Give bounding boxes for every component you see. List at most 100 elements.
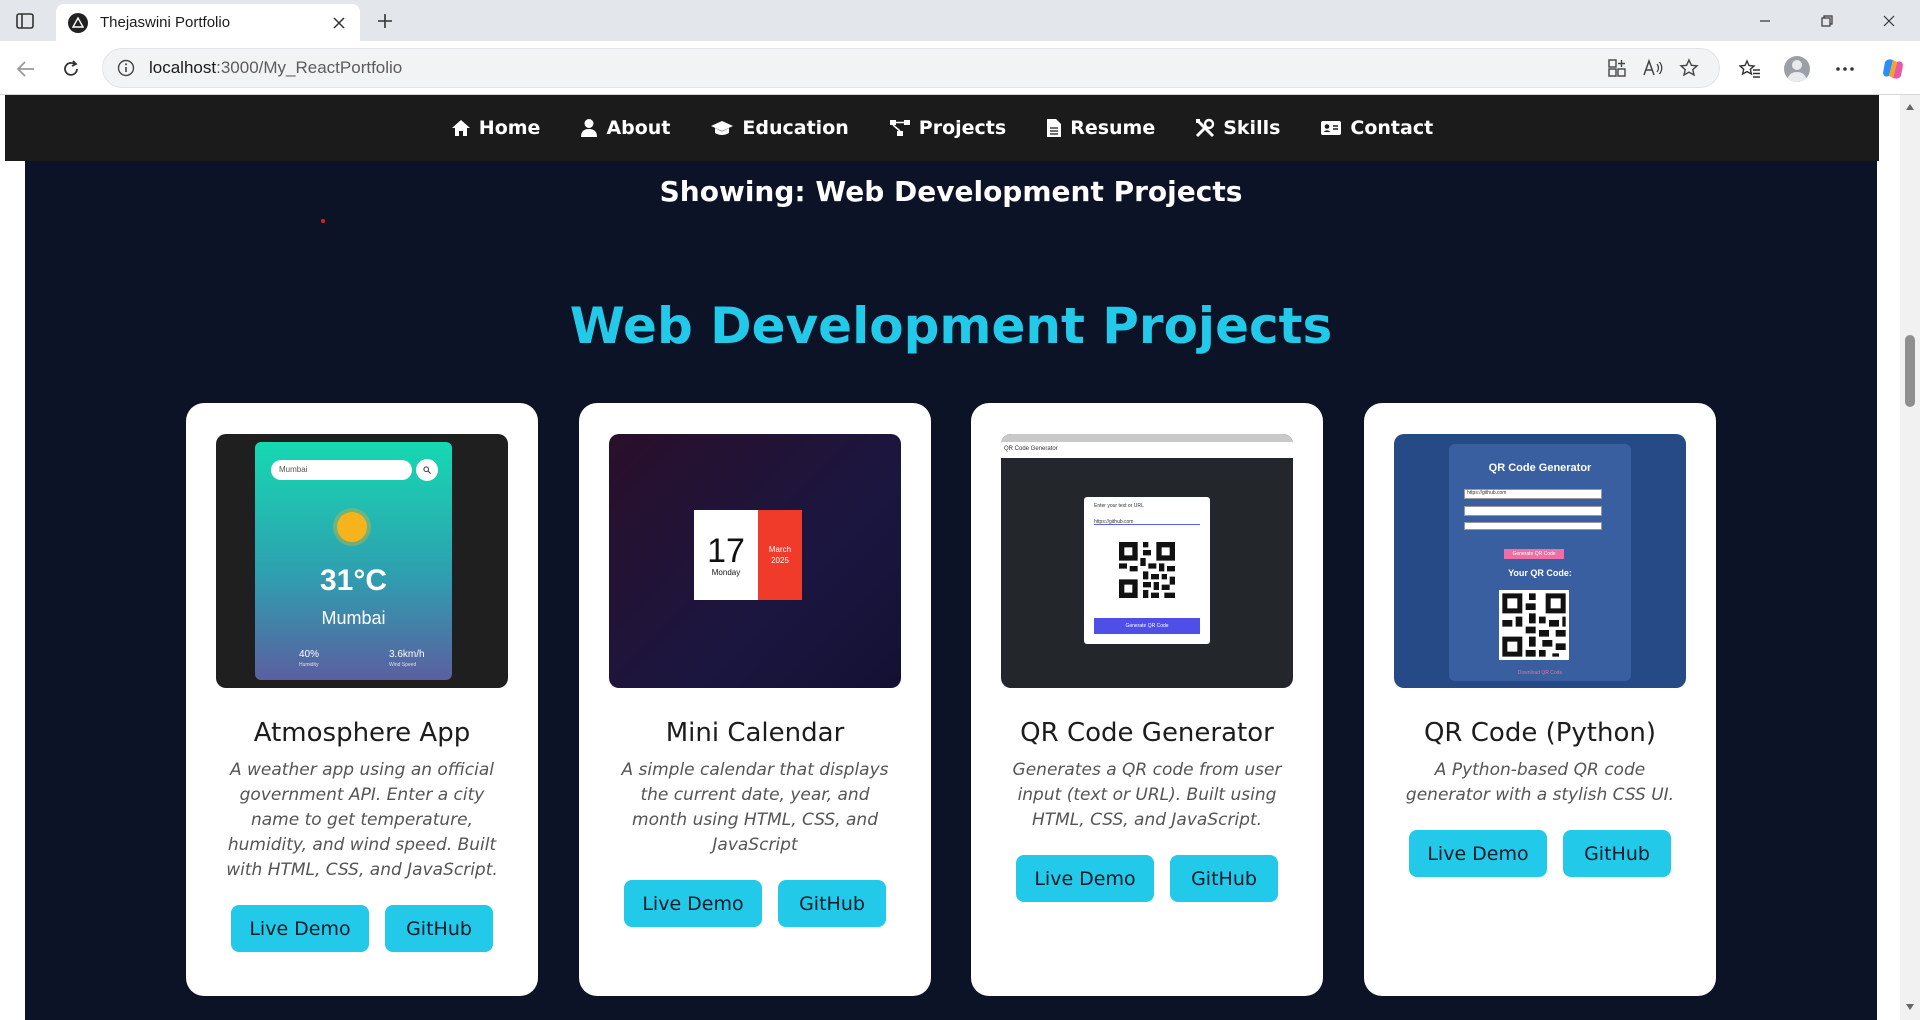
more-options-icon[interactable]	[1828, 53, 1862, 85]
page-viewport: Home About Education Projects Resume Ski…	[0, 95, 1920, 1020]
tab-actions-icon[interactable]	[12, 9, 38, 33]
search-icon	[416, 459, 438, 481]
preview-qr-label: Your QR Code:	[1508, 568, 1572, 578]
weather-preview: Mumbai 31°C Mumbai 40% Humidity 3.6km/h Wi…	[255, 442, 452, 680]
preview-download-link: Download QR Code	[1517, 670, 1563, 676]
read-aloud-icon[interactable]	[1635, 52, 1671, 84]
nav-item-label: Education	[742, 117, 849, 139]
nav-item-projects[interactable]: Projects	[889, 117, 1006, 139]
project-thumbnail: QR Code Generator Enter your text or URL…	[1001, 434, 1293, 688]
live-demo-button[interactable]: Live Demo	[231, 905, 369, 952]
nav-item-label: Contact	[1350, 117, 1434, 139]
preview-field-empty	[1464, 506, 1602, 516]
wind-label: Wind Speed	[389, 662, 417, 668]
nav-item-home[interactable]: Home	[451, 117, 541, 139]
project-card-calendar: 17 Monday March 2025 Mini Calendar A sim…	[579, 403, 931, 996]
nav-item-education[interactable]: Education	[710, 117, 849, 139]
nav-item-resume[interactable]: Resume	[1046, 117, 1155, 139]
project-card-atmosphere: Mumbai 31°C Mumbai 40% Humidity 3.6km/h Wi…	[186, 403, 538, 996]
github-button[interactable]: GitHub	[1170, 855, 1278, 902]
restore-window-icon[interactable]	[1796, 0, 1858, 41]
site-favicon-icon	[68, 12, 88, 33]
address-card-icon	[1321, 121, 1342, 135]
favorite-star-icon[interactable]	[1671, 52, 1707, 84]
github-button[interactable]: GitHub	[385, 905, 493, 952]
project-card-qr-generator: QR Code Generator Enter your text or URL…	[971, 403, 1323, 996]
close-tab-icon[interactable]	[328, 12, 350, 34]
live-demo-button[interactable]: Live Demo	[1409, 830, 1547, 877]
address-bar[interactable]: localhost:3000/My_ReactPortfolio	[102, 48, 1720, 88]
humidity-value: 40%	[299, 649, 320, 660]
user-icon	[581, 119, 598, 137]
calendar-weekday: Monday	[711, 567, 741, 577]
weather-city: Mumbai	[321, 608, 386, 628]
nav-item-label: Skills	[1223, 117, 1281, 139]
nav-item-about[interactable]: About	[580, 117, 670, 139]
copilot-icon[interactable]	[1876, 53, 1910, 85]
site-navbar: Home About Education Projects Resume Ski…	[5, 95, 1879, 161]
tab-title: Thejaswini Portfolio	[100, 14, 231, 31]
project-thumbnail: QR Code Generator https://github.com Gen…	[1394, 434, 1686, 688]
tools-icon	[1196, 118, 1215, 138]
nav-item-contact[interactable]: Contact	[1320, 117, 1433, 139]
preview-label: Enter your text or URL	[1094, 503, 1144, 509]
site-info-icon[interactable]	[117, 59, 135, 77]
project-title: QR Code Generator	[1020, 718, 1274, 748]
file-icon	[1047, 119, 1062, 137]
project-diagram-icon	[889, 120, 910, 136]
weather-humidity: 40% Humidity	[299, 649, 319, 671]
project-thumbnail: Mumbai 31°C Mumbai 40% Humidity 3.6km/h Wi…	[216, 434, 508, 688]
project-title: QR Code (Python)	[1423, 718, 1657, 748]
avatar	[1784, 56, 1810, 82]
nav-item-label: Projects	[918, 117, 1007, 139]
project-description: A simple calendar that displays the curr…	[621, 760, 889, 855]
graduation-cap-icon	[711, 121, 734, 135]
calendar-day: 17	[707, 531, 745, 570]
scroll-up-icon[interactable]	[1904, 101, 1916, 113]
live-demo-button[interactable]: Live Demo	[1016, 855, 1154, 902]
preview-browser-bar	[1001, 434, 1293, 442]
qr-code-icon	[1499, 590, 1569, 660]
sun-icon	[337, 512, 367, 542]
preview-generate-button: Generate QR Code	[1094, 618, 1200, 634]
weather-temp: 31°C	[319, 564, 388, 597]
back-arrow-icon[interactable]	[10, 53, 42, 85]
qr-python-preview: QR Code Generator https://github.com Gen…	[1449, 444, 1631, 681]
project-description: A Python-based QR code generator with a …	[1405, 760, 1675, 805]
browser-tab[interactable]: Thejaswini Portfolio	[56, 4, 360, 41]
profile-avatar[interactable]	[1780, 53, 1814, 85]
calendar-month: March	[768, 545, 792, 554]
url-path: :3000/My_ReactPortfolio	[216, 58, 403, 77]
live-demo-button[interactable]: Live Demo	[624, 880, 762, 927]
scrollbar-thumb[interactable]	[1905, 335, 1915, 407]
wind-value: 3.6km/h	[389, 649, 425, 660]
project-description: A weather app using an official governme…	[226, 760, 498, 880]
project-card-qr-python: QR Code Generator https://github.com Gen…	[1364, 403, 1716, 996]
github-button[interactable]: GitHub	[1563, 830, 1671, 877]
cursor-dot	[321, 219, 325, 223]
close-window-icon[interactable]	[1858, 0, 1920, 41]
project-thumbnail: 17 Monday March 2025	[609, 434, 901, 688]
address-bar-row: localhost:3000/My_ReactPortfolio	[0, 41, 1920, 95]
preview-generate-button: Generate QR Code	[1504, 549, 1564, 559]
home-icon	[451, 120, 470, 136]
favorites-icon[interactable]	[1733, 53, 1767, 85]
preview-title: QR Code Generator	[1488, 462, 1592, 474]
project-title: Mini Calendar	[665, 718, 845, 748]
minimize-window-icon[interactable]	[1734, 0, 1796, 41]
preview-field-empty	[1464, 522, 1602, 530]
new-tab-icon[interactable]	[372, 8, 398, 34]
calendar-preview: 17 Monday March 2025	[694, 510, 802, 600]
weather-wind: 3.6km/h Wind Speed	[389, 649, 425, 671]
github-button[interactable]: GitHub	[778, 880, 886, 927]
page-scrollbar[interactable]	[1900, 95, 1920, 1020]
preview-tab-title: QR Code Generator	[1001, 442, 1293, 458]
app-available-icon[interactable]	[1599, 52, 1635, 84]
refresh-icon[interactable]	[55, 53, 87, 85]
nav-item-label: Home	[478, 117, 541, 139]
nav-item-skills[interactable]: Skills	[1195, 117, 1280, 139]
project-description: Generates a QR code from user input (tex…	[1012, 760, 1282, 830]
browser-tab-bar: Thejaswini Portfolio	[0, 0, 1920, 41]
calendar-year: 2025	[771, 556, 789, 565]
scroll-down-icon[interactable]	[1904, 1001, 1916, 1013]
